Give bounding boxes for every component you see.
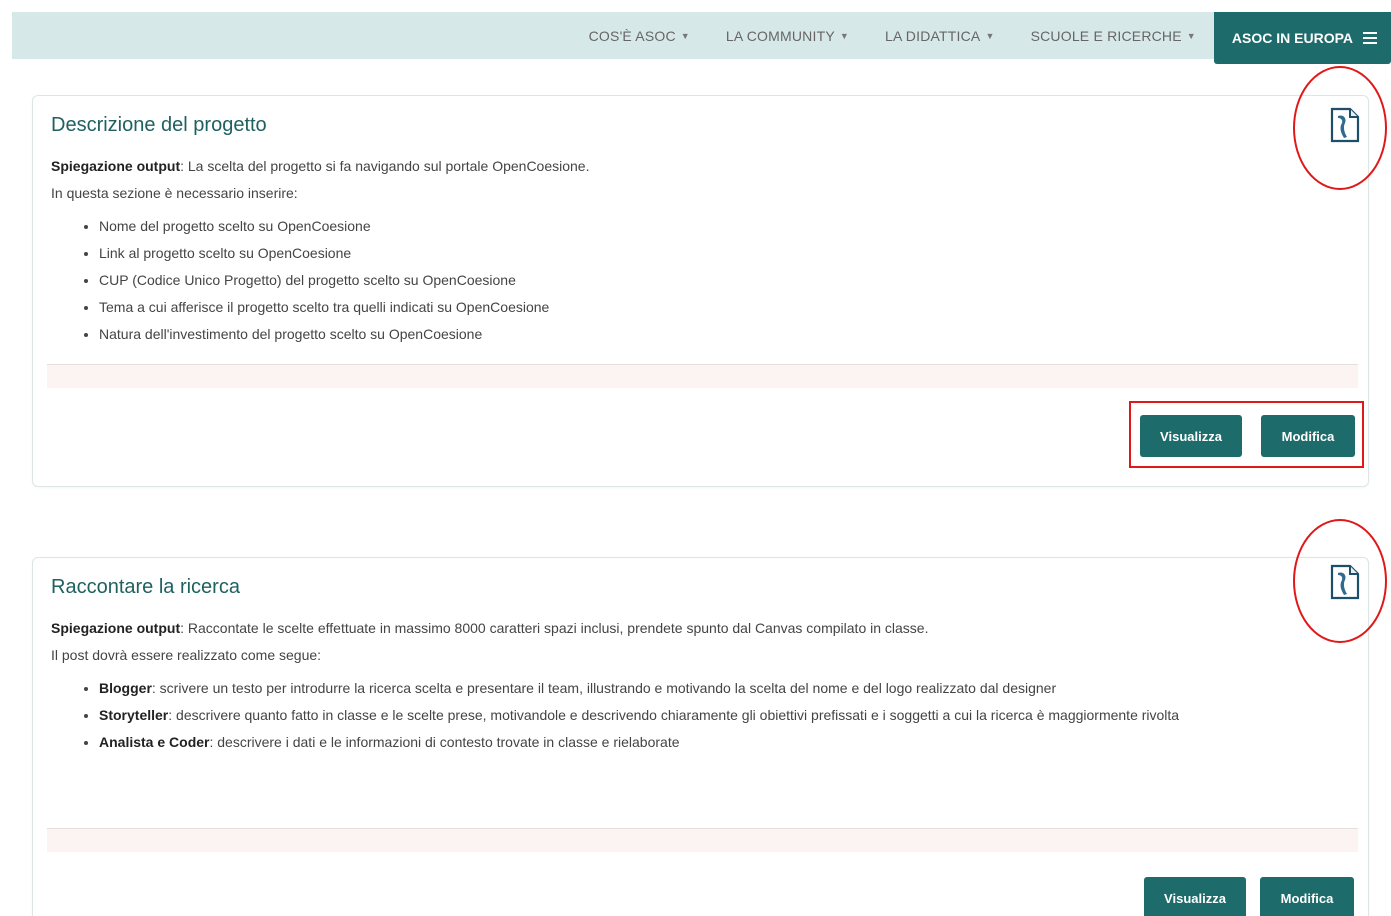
caret-down-icon: ▼	[985, 30, 995, 41]
annotation-circle	[1293, 66, 1387, 190]
intro-line-2: Il post dovrà essere realizzato come seg…	[51, 647, 322, 663]
nav-item-label: SCUOLE E RICERCHE	[1030, 27, 1182, 44]
list-item: Storyteller: descrivere quanto fatto in …	[99, 702, 1328, 729]
nav-item-scuole-ricerche[interactable]: SCUOLE E RICERCHE ▼	[1013, 12, 1214, 59]
divider-band	[47, 364, 1358, 388]
hamburger-menu-icon[interactable]	[1363, 32, 1377, 44]
caret-down-icon: ▼	[680, 30, 690, 41]
nav-europa-label: ASOC IN EUROPA	[1231, 30, 1353, 46]
view-button[interactable]: Visualizza	[1144, 877, 1246, 916]
list-item: Tema a cui afferisce il progetto scelto …	[99, 294, 1328, 321]
nav-item-asoc-europa[interactable]: ASOC IN EUROPA	[1213, 12, 1391, 64]
edit-button[interactable]: Modifica	[1260, 877, 1354, 916]
output-card-raccontare: Raccontare la ricerca Spiegazione output…	[32, 557, 1369, 916]
list-item: Blogger: scrivere un testo per introdurr…	[99, 675, 1328, 702]
annotation-rect	[1129, 401, 1364, 468]
list-item: Analista e Coder: descrivere i dati e le…	[99, 729, 1328, 756]
card-body: Spiegazione output: La scelta del proget…	[51, 153, 1328, 348]
nav-item-label: COS'È ASOC	[588, 27, 676, 44]
top-navbar: COS'È ASOC ▼ LA COMMUNITY ▼ LA DIDATTICA…	[12, 12, 1391, 64]
card-title: Raccontare la ricerca	[51, 576, 240, 598]
intro-paragraph: Spiegazione output: La scelta del proget…	[51, 153, 1328, 180]
caret-down-icon: ▼	[1186, 30, 1196, 41]
list-item: CUP (Codice Unico Progetto) del progetto…	[99, 267, 1328, 294]
intro-paragraph: Spiegazione output: Raccontate le scelte…	[51, 615, 1328, 642]
nav-item-label: LA DIDATTICA	[884, 27, 981, 44]
intro-text: : La scelta del progetto si fa navigando…	[180, 158, 590, 174]
nav-item-didattica[interactable]: LA DIDATTICA ▼	[867, 12, 1013, 59]
divider-band	[47, 828, 1358, 852]
card-body: Spiegazione output: Raccontate le scelte…	[51, 615, 1328, 756]
intro-text: : Raccontate le scelte effettuate in mas…	[180, 620, 929, 636]
intro-label: Spiegazione output	[51, 158, 181, 174]
nav-item-label: LA COMMUNITY	[725, 27, 835, 44]
intro-label: Spiegazione output	[51, 620, 181, 636]
card-title: Descrizione del progetto	[51, 114, 267, 136]
roles-list: Blogger: scrivere un testo per introdurr…	[99, 675, 1328, 756]
list-item: Nome del progetto scelto su OpenCoesione	[99, 213, 1328, 240]
list-item: Link al progetto scelto su OpenCoesione	[99, 240, 1328, 267]
nav-item-community[interactable]: LA COMMUNITY ▼	[708, 12, 867, 59]
annotation-circle	[1293, 519, 1387, 643]
requirements-list: Nome del progetto scelto su OpenCoesione…	[99, 213, 1328, 348]
nav-item-cose-asoc[interactable]: COS'È ASOC ▼	[571, 12, 708, 59]
caret-down-icon: ▼	[839, 30, 849, 41]
list-item: Natura dell'investimento del progetto sc…	[99, 321, 1328, 348]
intro-line-2: In questa sezione è necessario inserire:	[51, 185, 298, 201]
